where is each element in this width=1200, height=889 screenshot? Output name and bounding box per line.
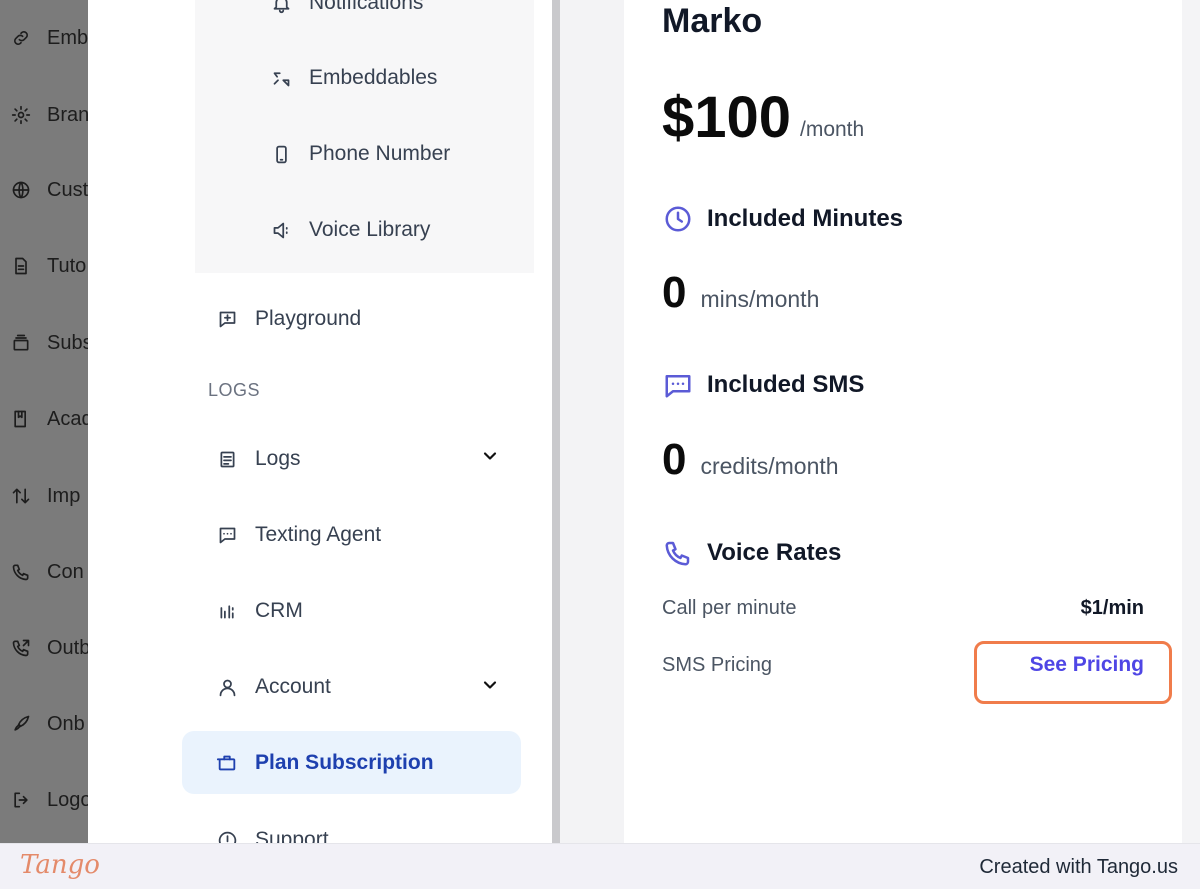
content-gutter (560, 0, 624, 843)
sms-pricing-label: SMS Pricing (662, 654, 773, 676)
plan-name: Marko (662, 2, 763, 40)
dim-item-import[interactable]: Imp (10, 481, 80, 511)
included-minutes-heading: Included Minutes (662, 201, 903, 237)
nav-item-notifications[interactable]: Notifications (270, 0, 423, 20)
nav-item-phone-number[interactable]: Phone Number (270, 137, 450, 171)
included-sms-value: 0 credits/month (662, 435, 839, 484)
dim-item-embed[interactable]: Emb (10, 23, 88, 53)
nav-item-playground[interactable]: Playground (216, 301, 361, 337)
mobile-phone-icon (270, 143, 292, 165)
voice-rates-heading: Voice Rates (662, 535, 841, 571)
phone-icon (10, 561, 32, 583)
dimmed-sidebar: Emb Bran Cust Tuto Subs Acad Imp Con Out… (0, 0, 88, 843)
speaker-icon (270, 219, 292, 241)
user-icon (216, 676, 238, 698)
list-document-icon (216, 448, 238, 470)
briefcase-icon (216, 752, 238, 774)
call-per-minute-value: $1/min (1080, 597, 1144, 619)
bell-icon (270, 0, 292, 14)
included-minutes-value: 0 mins/month (662, 268, 820, 317)
logout-icon (10, 789, 32, 811)
dim-item-contacts[interactable]: Con (10, 557, 84, 587)
dim-item-outbound[interactable]: Outb (10, 633, 88, 663)
plan-card: Marko $100 /month Included Minutes 0 min… (624, 0, 1182, 843)
see-pricing-link[interactable]: See Pricing (1030, 653, 1144, 677)
message-icon (662, 369, 694, 401)
outbound-call-icon (10, 637, 32, 659)
footer-bar: Tango Created with Tango.us (0, 843, 1200, 889)
globe-icon (10, 179, 32, 201)
nav-item-voice-library[interactable]: Voice Library (270, 213, 430, 247)
dim-item-logout[interactable]: Logo (10, 785, 88, 815)
call-per-minute-label: Call per minute (662, 597, 797, 619)
document-icon (10, 255, 32, 277)
chevron-down-icon[interactable] (480, 446, 500, 466)
nav-item-account[interactable]: Account (216, 669, 331, 705)
link-icon (10, 27, 32, 49)
gear-icon (10, 104, 32, 126)
section-heading-logs: LOGS (208, 380, 261, 400)
plan-price: $100 (662, 85, 792, 150)
chat-plus-icon (216, 308, 238, 330)
import-arrows-icon (10, 485, 32, 507)
subscription-icon (10, 332, 32, 354)
clock-icon (662, 203, 694, 235)
dim-item-tutorials[interactable]: Tuto (10, 251, 86, 281)
dim-item-subscriptions[interactable]: Subs (10, 328, 88, 358)
plan-period: /month (800, 118, 865, 141)
nav-item-texting-agent[interactable]: Texting Agent (216, 517, 381, 553)
included-sms-heading: Included SMS (662, 367, 864, 403)
nav-item-plan-subscription[interactable]: Plan Subscription (182, 731, 521, 794)
dim-item-academy[interactable]: Acad (10, 404, 88, 434)
settings-submenu: Notifications Embeddables Phone Number V… (195, 0, 534, 273)
panel-divider[interactable] (552, 0, 560, 843)
dim-item-onboarding[interactable]: Onb (10, 709, 85, 739)
tango-logo: Tango (20, 850, 100, 880)
dim-item-custom[interactable]: Cust (10, 175, 88, 205)
chevron-down-icon[interactable] (480, 675, 500, 695)
nav-item-embeddables[interactable]: Embeddables (270, 61, 437, 95)
bar-chart-icon (216, 600, 238, 622)
navigation-panel: Notifications Embeddables Phone Number V… (88, 0, 552, 843)
embed-icon (270, 67, 292, 89)
footer-credit: Created with Tango.us (979, 856, 1178, 878)
nav-item-support[interactable]: Support (216, 822, 329, 843)
rocket-icon (10, 713, 32, 735)
book-icon (10, 408, 32, 430)
dim-item-branding[interactable]: Bran (10, 100, 88, 130)
alert-circle-icon (216, 829, 238, 843)
chat-dots-icon (216, 524, 238, 546)
nav-item-logs[interactable]: Logs (216, 441, 301, 477)
nav-item-crm[interactable]: CRM (216, 593, 303, 629)
phone-call-icon (662, 537, 694, 569)
